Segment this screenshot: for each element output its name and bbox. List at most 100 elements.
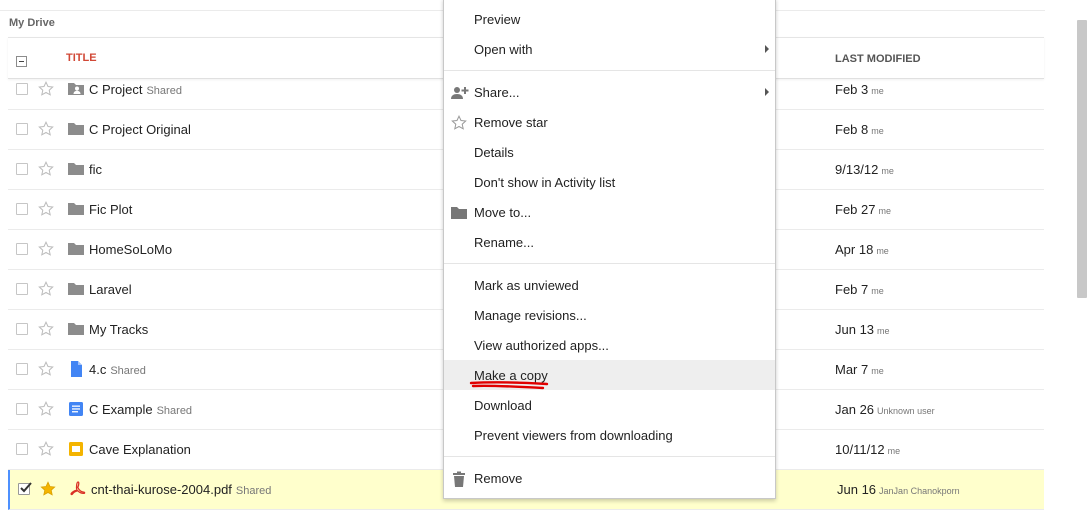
row-checkbox[interactable] bbox=[18, 482, 32, 495]
file-name[interactable]: 4.c Shared bbox=[89, 362, 146, 377]
menu-item-remove-star[interactable]: Remove star bbox=[444, 107, 775, 137]
last-modified-cell: Jun 13 me bbox=[835, 322, 890, 337]
menu-item-share[interactable]: Share... bbox=[444, 77, 775, 107]
modified-by: me bbox=[881, 166, 894, 176]
menu-item-label: Remove star bbox=[474, 115, 548, 130]
file-name[interactable]: C Example Shared bbox=[89, 402, 192, 417]
row-checkbox[interactable] bbox=[16, 363, 28, 375]
last-modified-cell: Jun 16 JanJan Chanokporn bbox=[837, 482, 960, 497]
menu-item-label: Mark as unviewed bbox=[474, 278, 579, 293]
star-outline-icon[interactable] bbox=[38, 361, 54, 377]
menu-item-preview[interactable]: Preview bbox=[444, 4, 775, 34]
menu-item-download[interactable]: Download bbox=[444, 390, 775, 420]
menu-item-remove[interactable]: Remove bbox=[444, 463, 775, 493]
file-name[interactable]: HomeSoLoMo bbox=[89, 242, 176, 257]
menu-separator bbox=[444, 456, 775, 457]
menu-item-label: View authorized apps... bbox=[474, 338, 609, 353]
menu-item-details[interactable]: Details bbox=[444, 137, 775, 167]
star-outline-icon[interactable] bbox=[38, 281, 54, 297]
last-modified-cell: Feb 27 me bbox=[835, 202, 891, 217]
star-outline-icon[interactable] bbox=[38, 241, 54, 257]
shared-label: Shared bbox=[156, 405, 193, 417]
modified-by: me bbox=[871, 126, 884, 136]
context-menu: Preview Open with Share... Remove star D… bbox=[443, 0, 776, 499]
red-underline-annotation bbox=[469, 381, 549, 390]
shared-label: Shared bbox=[146, 85, 182, 97]
menu-item-label: Share... bbox=[474, 85, 520, 100]
row-checkbox[interactable] bbox=[16, 123, 28, 135]
modified-by: JanJan Chanokporn bbox=[879, 486, 960, 496]
row-checkbox[interactable] bbox=[16, 203, 28, 215]
folder-icon bbox=[451, 205, 467, 221]
breadcrumb[interactable]: My Drive bbox=[9, 17, 55, 29]
row-checkbox[interactable] bbox=[16, 403, 28, 415]
file-name[interactable]: fic bbox=[89, 162, 106, 177]
menu-item-move-to[interactable]: Move to... bbox=[444, 197, 775, 227]
file-name[interactable]: C Project Original bbox=[89, 122, 195, 137]
file-name[interactable]: Cave Explanation bbox=[89, 442, 195, 457]
folder-icon bbox=[68, 241, 84, 257]
menu-item-open-with[interactable]: Open with bbox=[444, 34, 775, 64]
menu-item-manage-revisions[interactable]: Manage revisions... bbox=[444, 300, 775, 330]
star-outline-icon[interactable] bbox=[38, 161, 54, 177]
file-name[interactable]: cnt-thai-kurose-2004.pdf Shared bbox=[91, 482, 271, 497]
submenu-arrow-icon bbox=[765, 88, 769, 96]
menu-item-label: Move to... bbox=[474, 205, 532, 220]
folder-icon bbox=[68, 321, 84, 337]
modified-date: Feb 3 bbox=[835, 82, 869, 97]
star-filled-icon[interactable] bbox=[40, 481, 56, 497]
modified-date: Apr 18 bbox=[835, 242, 874, 257]
star-outline-icon[interactable] bbox=[38, 81, 54, 97]
scrollbar[interactable] bbox=[1077, 20, 1087, 298]
menu-item-rename[interactable]: Rename... bbox=[444, 227, 775, 257]
last-modified-column-header[interactable]: LAST MODIFIED bbox=[835, 53, 921, 65]
modified-date: Feb 8 bbox=[835, 122, 869, 137]
menu-separator bbox=[444, 70, 775, 71]
modified-date: Jun 13 bbox=[835, 322, 875, 337]
pdf-icon bbox=[70, 481, 86, 497]
row-checkbox[interactable] bbox=[16, 83, 28, 95]
menu-item-mark-unviewed[interactable]: Mark as unviewed bbox=[444, 270, 775, 300]
menu-item-label: Preview bbox=[474, 12, 521, 27]
file-name-text: cnt-thai-kurose-2004.pdf bbox=[91, 482, 232, 497]
star-outline-icon[interactable] bbox=[38, 321, 54, 337]
title-column-header[interactable]: TITLE bbox=[66, 52, 97, 64]
menu-item-dont-show-activity[interactable]: Don't show in Activity list bbox=[444, 167, 775, 197]
row-checkbox[interactable] bbox=[16, 243, 28, 255]
folder-icon bbox=[68, 161, 84, 177]
modified-by: me bbox=[871, 286, 884, 296]
file-name-text: Laravel bbox=[89, 282, 132, 297]
menu-item-prevent-download[interactable]: Prevent viewers from downloading bbox=[444, 420, 775, 450]
last-modified-cell: Jan 26 Unknown user bbox=[835, 402, 935, 417]
shared-label: Shared bbox=[110, 365, 146, 377]
star-outline-icon[interactable] bbox=[38, 201, 54, 217]
menu-item-label: Manage revisions... bbox=[474, 308, 587, 323]
file-name[interactable]: C Project Shared bbox=[89, 82, 182, 97]
menu-item-view-authorized-apps[interactable]: View authorized apps... bbox=[444, 330, 775, 360]
last-modified-cell: Feb 3 me bbox=[835, 82, 884, 97]
menu-item-label: Don't show in Activity list bbox=[474, 175, 616, 190]
menu-item-label: Open with bbox=[474, 42, 533, 57]
modified-by: me bbox=[887, 446, 901, 456]
row-checkbox[interactable] bbox=[16, 323, 28, 335]
file-name[interactable]: Fic Plot bbox=[89, 202, 136, 217]
file-name[interactable]: My Tracks bbox=[89, 322, 152, 337]
menu-item-label: Download bbox=[474, 398, 532, 413]
star-outline-icon[interactable] bbox=[38, 121, 54, 137]
modified-by: me bbox=[877, 326, 890, 336]
modified-date: 10/11/12 bbox=[835, 442, 885, 457]
select-all-checkbox[interactable] bbox=[16, 56, 27, 67]
file-name-text: fic bbox=[89, 162, 102, 177]
row-checkbox[interactable] bbox=[16, 283, 28, 295]
modified-by: me bbox=[871, 86, 884, 96]
star-outline-icon[interactable] bbox=[38, 441, 54, 457]
file-name[interactable]: Laravel bbox=[89, 282, 136, 297]
menu-item-label: Rename... bbox=[474, 235, 534, 250]
shared-folder-icon bbox=[68, 81, 84, 97]
submenu-arrow-icon bbox=[765, 45, 769, 53]
file-name-text: HomeSoLoMo bbox=[89, 242, 173, 257]
star-outline-icon[interactable] bbox=[38, 401, 54, 417]
row-checkbox[interactable] bbox=[16, 163, 28, 175]
row-checkbox[interactable] bbox=[16, 443, 28, 455]
file-name-text: C Project bbox=[89, 82, 143, 97]
